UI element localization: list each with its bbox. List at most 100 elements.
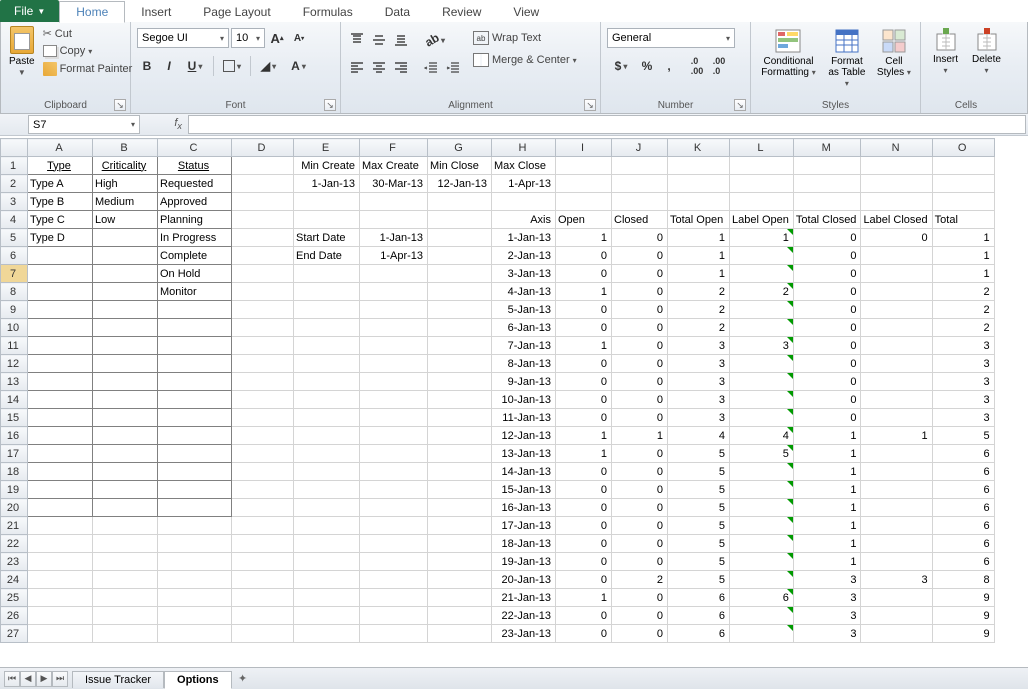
cell[interactable]: [232, 427, 294, 445]
cell[interactable]: [158, 409, 232, 427]
cell[interactable]: 6: [932, 553, 994, 571]
cell[interactable]: 0: [793, 337, 861, 355]
cell[interactable]: Type A: [28, 175, 93, 193]
cell[interactable]: [730, 535, 794, 553]
cell[interactable]: 6: [668, 625, 730, 643]
sheet-tab-issue-tracker[interactable]: Issue Tracker: [72, 671, 164, 688]
cell[interactable]: [294, 211, 360, 229]
cell[interactable]: [93, 481, 158, 499]
cell[interactable]: Label Closed: [861, 211, 932, 229]
percent-button[interactable]: %: [637, 56, 657, 76]
cell[interactable]: 1: [793, 553, 861, 571]
cell[interactable]: [730, 409, 794, 427]
cell[interactable]: 0: [861, 229, 932, 247]
cell[interactable]: Closed: [612, 211, 668, 229]
cell[interactable]: Max Create: [360, 157, 428, 175]
cell[interactable]: 2-Jan-13: [492, 247, 556, 265]
cell[interactable]: [360, 517, 428, 535]
cell[interactable]: Total Open: [668, 211, 730, 229]
cell[interactable]: 2: [668, 283, 730, 301]
cell[interactable]: [793, 193, 861, 211]
cell[interactable]: [93, 355, 158, 373]
fill-color-button[interactable]: ◢▾: [255, 56, 283, 76]
cell[interactable]: [861, 319, 932, 337]
cell[interactable]: [730, 265, 794, 283]
cell[interactable]: 6: [932, 535, 994, 553]
cell[interactable]: [730, 625, 794, 643]
cell[interactable]: 3: [793, 607, 861, 625]
cell[interactable]: [428, 607, 492, 625]
cell[interactable]: [232, 517, 294, 535]
cell[interactable]: [730, 247, 794, 265]
cell[interactable]: 0: [612, 409, 668, 427]
row-header-26[interactable]: 26: [1, 607, 28, 625]
cell[interactable]: [158, 319, 232, 337]
decrease-indent-button[interactable]: [421, 58, 441, 78]
row-header-17[interactable]: 17: [1, 445, 28, 463]
cell[interactable]: 3: [668, 391, 730, 409]
cell[interactable]: 0: [556, 373, 612, 391]
cell[interactable]: [294, 301, 360, 319]
cell[interactable]: [294, 463, 360, 481]
cut-button[interactable]: ✂Cut: [41, 26, 135, 41]
cell[interactable]: [612, 157, 668, 175]
cell[interactable]: 12-Jan-13: [492, 427, 556, 445]
cell[interactable]: 0: [793, 319, 861, 337]
cell[interactable]: 6: [668, 589, 730, 607]
cell[interactable]: [93, 391, 158, 409]
cell[interactable]: [428, 247, 492, 265]
cell[interactable]: Label Open: [730, 211, 794, 229]
formula-input[interactable]: [188, 115, 1026, 134]
cell[interactable]: 8-Jan-13: [492, 355, 556, 373]
cell[interactable]: 3: [793, 589, 861, 607]
cell[interactable]: [158, 517, 232, 535]
cell[interactable]: 0: [612, 553, 668, 571]
cell[interactable]: [28, 517, 93, 535]
row-header-22[interactable]: 22: [1, 535, 28, 553]
cell[interactable]: [93, 301, 158, 319]
cell[interactable]: [93, 265, 158, 283]
cell[interactable]: [360, 319, 428, 337]
cell[interactable]: [861, 391, 932, 409]
increase-indent-button[interactable]: [443, 58, 463, 78]
cell[interactable]: 0: [612, 265, 668, 283]
cell[interactable]: Min Create: [294, 157, 360, 175]
cell[interactable]: [294, 481, 360, 499]
cell[interactable]: 0: [612, 463, 668, 481]
cell[interactable]: 19-Jan-13: [492, 553, 556, 571]
cell[interactable]: [428, 625, 492, 643]
column-header-D[interactable]: D: [232, 139, 294, 157]
cell[interactable]: 5: [668, 499, 730, 517]
cell[interactable]: Criticality: [93, 157, 158, 175]
cell[interactable]: [730, 517, 794, 535]
cell[interactable]: [360, 571, 428, 589]
cell[interactable]: [730, 481, 794, 499]
cell[interactable]: 0: [793, 373, 861, 391]
cell[interactable]: 5: [668, 445, 730, 463]
cell[interactable]: [294, 607, 360, 625]
column-header-C[interactable]: C: [158, 139, 232, 157]
cell[interactable]: [158, 463, 232, 481]
cell[interactable]: [861, 499, 932, 517]
cell[interactable]: 0: [556, 355, 612, 373]
cell[interactable]: 3: [668, 355, 730, 373]
cell[interactable]: [158, 445, 232, 463]
cell[interactable]: [861, 283, 932, 301]
cell[interactable]: Low: [93, 211, 158, 229]
cell[interactable]: End Date: [294, 247, 360, 265]
fx-icon[interactable]: fx: [174, 117, 182, 131]
cell[interactable]: [28, 427, 93, 445]
cell[interactable]: [93, 409, 158, 427]
cell[interactable]: [730, 553, 794, 571]
cell[interactable]: [360, 625, 428, 643]
cell[interactable]: [294, 319, 360, 337]
cell[interactable]: 9: [932, 625, 994, 643]
cell[interactable]: [294, 553, 360, 571]
cell[interactable]: 9: [932, 607, 994, 625]
tab-home[interactable]: Home: [59, 1, 125, 23]
cell[interactable]: 0: [612, 391, 668, 409]
cell[interactable]: 1: [556, 445, 612, 463]
cell[interactable]: [861, 589, 932, 607]
cell[interactable]: 0: [612, 607, 668, 625]
sheet-nav-last[interactable]: ⏭: [52, 671, 68, 687]
